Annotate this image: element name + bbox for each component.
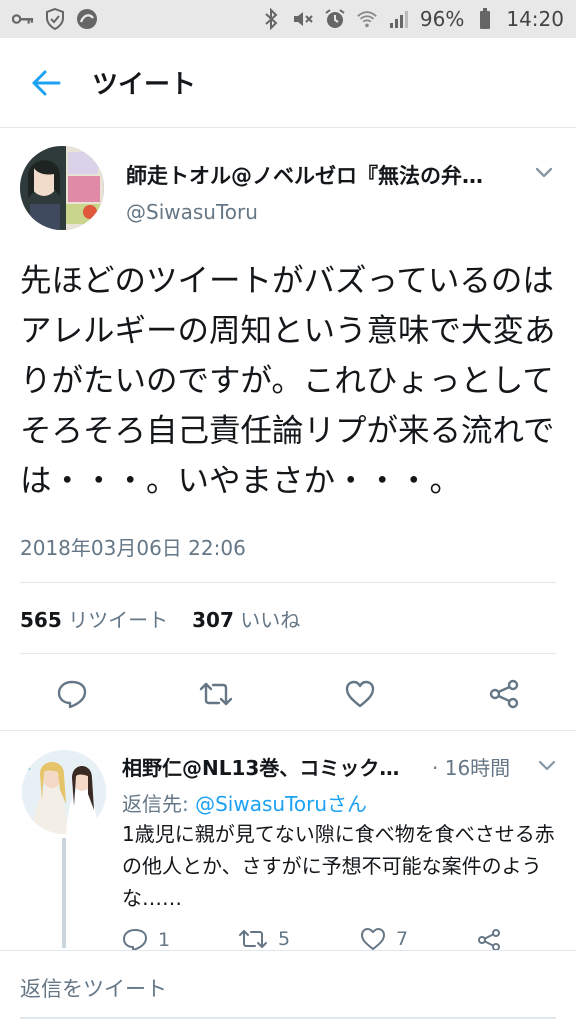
status-bar-left (12, 8, 98, 30)
like-count: 307 (192, 608, 234, 632)
tweet-author: 師走トオル@ノベルゼロ『無法の弁… @SiwasuToru (20, 146, 556, 236)
heart-icon (361, 928, 385, 950)
tweet-menu-button[interactable] (532, 160, 556, 184)
tweet-text: 先ほどのツイートがバズっているのはアレルギーの周知という意味で大変ありがたいので… (20, 263, 556, 499)
retweet-stat[interactable]: 565 リツイート (20, 604, 168, 633)
divider (20, 653, 556, 654)
reply-avatar[interactable]: ♪ (22, 750, 106, 834)
reply-time: · 16時間 (432, 756, 511, 780)
data-saver-icon (76, 8, 98, 30)
reply-to-label: 返信先: (122, 792, 189, 816)
reply-compose-underline (20, 1017, 556, 1019)
alarm-icon (324, 8, 346, 30)
author-name[interactable]: 師走トオル@ノベルゼロ『無法の弁… (126, 160, 526, 190)
retweet-label: リツイート (68, 608, 169, 632)
reply-icon (57, 680, 87, 709)
reply-button[interactable] (54, 676, 90, 712)
clock: 14:20 (506, 7, 564, 31)
tweet-stats: 565 リツイート 307 いいね (20, 604, 300, 633)
share-icon (489, 679, 519, 709)
reply-retweet-button[interactable]: 5 (238, 928, 290, 950)
signal-icon (388, 8, 410, 30)
like-stat[interactable]: 307 いいね (192, 604, 300, 633)
battery-percent: 96% (419, 7, 465, 31)
author-handle[interactable]: @SiwasuToru (126, 200, 258, 224)
mute-icon (292, 8, 314, 30)
arrow-left-icon (32, 70, 61, 95)
back-button[interactable] (0, 38, 92, 128)
avatar[interactable] (20, 146, 104, 230)
reply-author-name[interactable]: 相野仁@NL13巻、コミック… (122, 752, 422, 781)
bluetooth-icon (260, 8, 282, 30)
reply-compose-bar[interactable]: 返信をツイート (0, 950, 576, 1024)
retweet-icon (199, 682, 233, 706)
status-bar-right: 96% 14:20 (260, 7, 564, 31)
reply-tweet[interactable]: ♪ 相野仁@NL13巻、コミック… · 16時間 返信先: @SiwasuTor… (0, 728, 576, 952)
chevron-down-icon (538, 760, 556, 771)
tweet-actions (0, 658, 576, 728)
svg-text:♪: ♪ (26, 759, 34, 773)
chevron-down-icon (535, 167, 553, 178)
reply-menu-button[interactable] (536, 754, 558, 776)
reply-reply-count: 1 (158, 929, 171, 951)
heart-icon (345, 680, 375, 708)
tweet-timestamp: 2018年03月06日 22:06 (20, 536, 246, 560)
reply-icon (123, 929, 147, 951)
reply-retweet-count: 5 (278, 928, 291, 950)
share-icon (478, 929, 500, 951)
reply-text: 1歳児に親が見てない隙に食べ物を食べさせる赤の他人とか、さすがに予想不可能な案件… (122, 822, 555, 910)
reply-like-button[interactable]: 7 (360, 928, 408, 950)
retweet-count: 565 (20, 608, 62, 632)
retweet-icon (239, 930, 267, 948)
like-label: いいね (240, 608, 301, 632)
app-bar: ツイート (0, 38, 576, 128)
retweet-button[interactable] (198, 676, 234, 712)
reply-to-handle[interactable]: @SiwasuToruさん (195, 792, 367, 816)
share-button[interactable] (486, 676, 522, 712)
battery-icon (474, 8, 496, 30)
reply-compose-input[interactable]: 返信をツイート (20, 973, 167, 1003)
page-title: ツイート (92, 70, 197, 100)
divider (20, 582, 556, 583)
status-bar: 96% 14:20 (0, 0, 576, 38)
reply-reply-button[interactable]: 1 (122, 928, 170, 952)
reply-to: 返信先: @SiwasuToruさん (122, 788, 367, 817)
key-icon (12, 8, 34, 30)
wifi-icon (356, 8, 378, 30)
reply-like-count: 7 (396, 928, 409, 950)
reply-share-button[interactable] (476, 928, 502, 952)
like-button[interactable] (342, 676, 378, 712)
thread-line (62, 838, 66, 948)
shield-icon (44, 8, 66, 30)
